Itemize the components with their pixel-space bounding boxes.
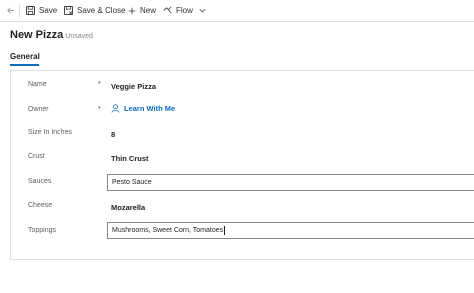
cheese-label: Cheese: [28, 202, 53, 209]
save-close-label: Save & Close: [77, 6, 126, 15]
owner-lookup-link[interactable]: Learn With Me: [111, 104, 175, 113]
chevron-down-icon: [199, 8, 206, 13]
new-label: New: [140, 6, 157, 15]
size-label: Size In Inches: [28, 129, 72, 136]
plus-icon: [128, 7, 136, 14]
app-window: Save Save & Close New Flow New Pizza - U…: [0, 0, 474, 293]
save-label: Save: [39, 6, 58, 15]
command-bar: Save Save & Close New Flow: [0, 0, 474, 22]
flow-button[interactable]: Flow: [163, 0, 206, 21]
name-field[interactable]: Veggie Pizza: [111, 82, 156, 91]
flow-icon: [163, 6, 172, 14]
sauces-input[interactable]: Pesto Sauce: [107, 174, 474, 191]
crust-label: Crust: [28, 153, 45, 160]
flow-label: Flow: [176, 6, 193, 15]
save-button[interactable]: Save: [26, 0, 57, 21]
size-field[interactable]: 8: [111, 130, 115, 139]
save-close-icon: [64, 6, 73, 15]
text-cursor: [224, 225, 226, 235]
cheese-field[interactable]: Mozarella: [111, 203, 145, 212]
new-button[interactable]: New: [128, 0, 156, 21]
crust-field[interactable]: Thin Crust: [111, 154, 149, 163]
save-status: - Unsaved: [61, 33, 93, 40]
toppings-label: Toppings: [28, 227, 57, 234]
required-indicator: *: [98, 106, 101, 113]
back-button[interactable]: [6, 0, 15, 21]
tab-general[interactable]: General: [10, 52, 40, 61]
save-icon: [26, 6, 35, 15]
tab-selected-indicator: [10, 64, 39, 66]
save-close-button[interactable]: Save & Close: [64, 0, 125, 21]
toppings-input[interactable]: Mushrooms, Sweet Corn, Tomatoes: [107, 222, 474, 239]
command-divider: [19, 4, 20, 17]
required-indicator: *: [98, 81, 101, 88]
back-arrow-icon: [7, 7, 15, 14]
owner-value: Learn With Me: [124, 104, 176, 113]
sauces-label: Sauces: [28, 178, 52, 185]
page-title: New Pizza: [10, 29, 64, 41]
name-label: Name: [28, 81, 47, 88]
person-icon: [111, 104, 120, 113]
toppings-input-text: Mushrooms, Sweet Corn, Tomatoes: [112, 227, 224, 234]
owner-label: Owner: [28, 106, 49, 113]
